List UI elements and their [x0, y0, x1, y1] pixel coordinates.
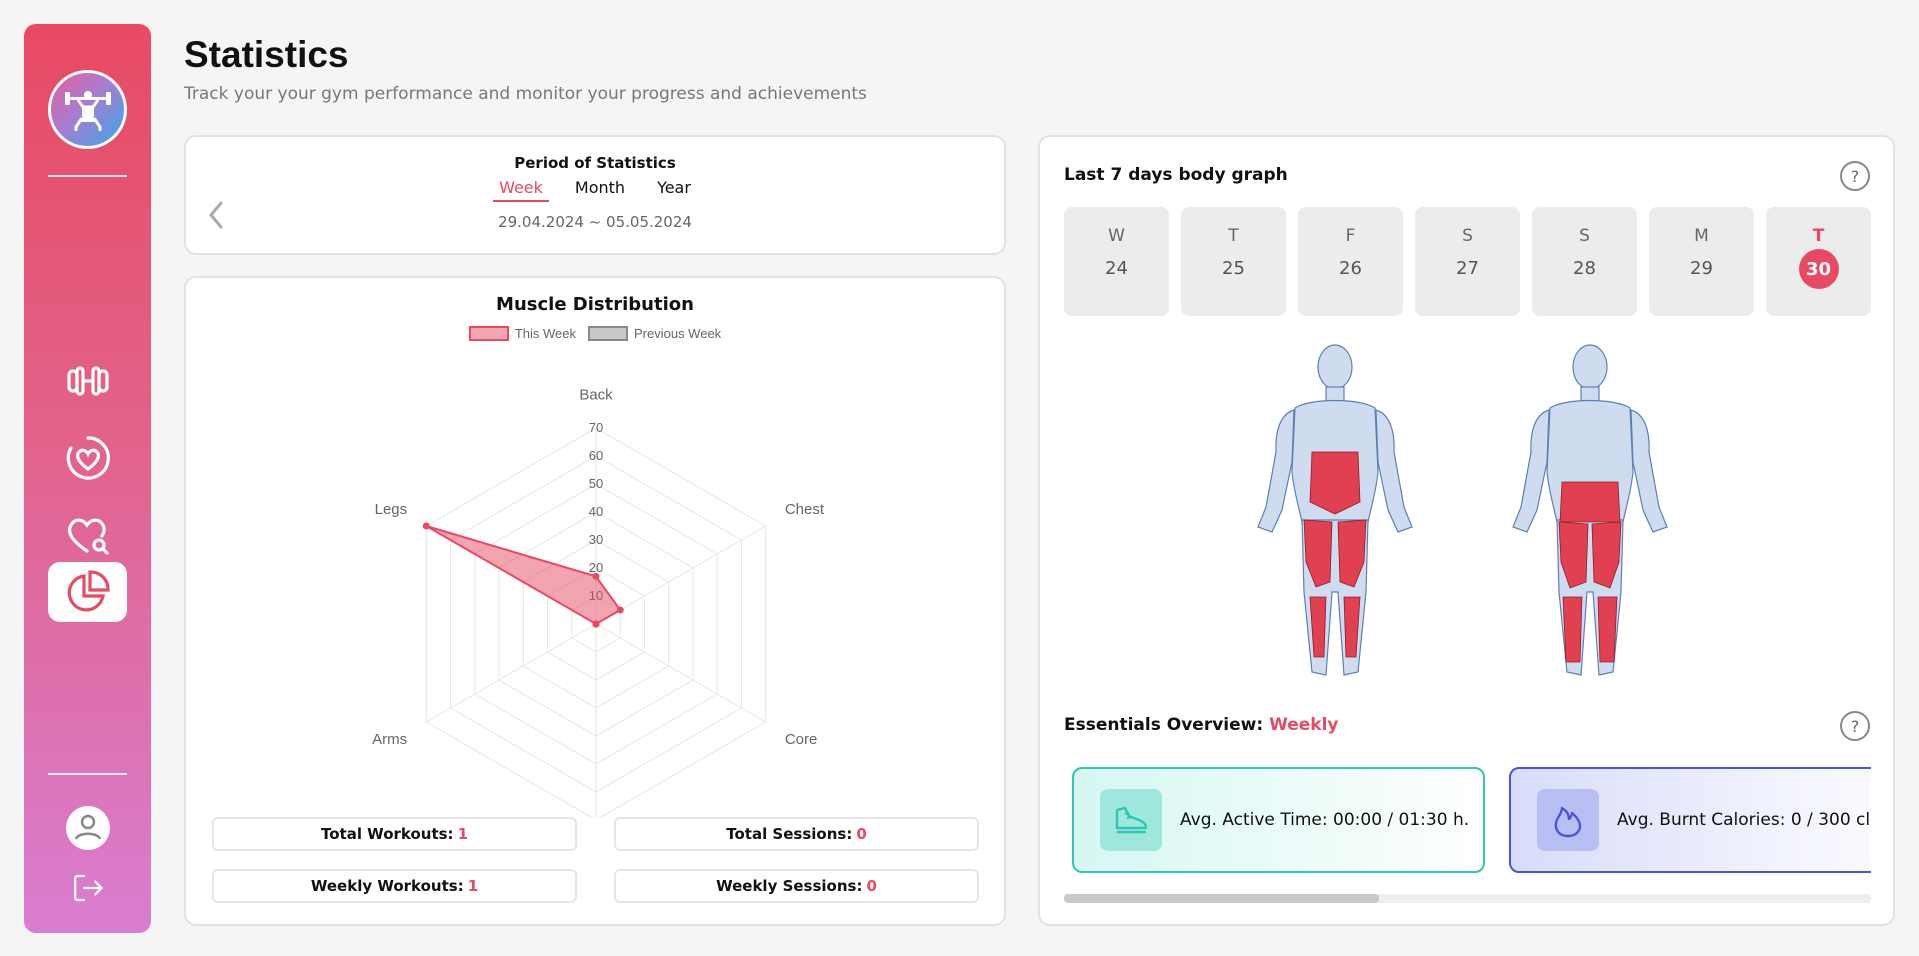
period-card: Period of Statistics Week Month Year 29.… — [184, 135, 1006, 255]
stat-weekly-sessions: Weekly Sessions: 0 — [614, 869, 979, 903]
essentials-title: Essentials Overview: Weekly — [1064, 715, 1339, 735]
radar-axis-label: Legs — [375, 501, 408, 518]
radar-tick-label: 20 — [589, 560, 603, 575]
radar-tick-label: 30 — [589, 532, 603, 547]
period-tabs: Week Month Year — [186, 178, 1004, 202]
nav-health[interactable] — [48, 428, 127, 488]
day-letter: S — [1462, 226, 1473, 246]
flame-icon-badge — [1537, 789, 1599, 851]
radar-axis-label: Arms — [372, 731, 407, 748]
stat-weekly-workouts: Weekly Workouts: 1 — [212, 869, 577, 903]
day-letter: F — [1345, 226, 1356, 246]
stat-label: Weekly Workouts: — [310, 877, 464, 895]
essentials-carousel: Avg. Active Time: 00:00 / 01:30 h. Avg. … — [1064, 764, 1871, 876]
stat-label: Total Workouts: — [320, 825, 454, 843]
page-subtitle: Track your your gym performance and moni… — [184, 84, 867, 104]
radar-spoke — [426, 623, 597, 723]
stat-value: 0 — [856, 825, 867, 843]
radar-tick-label: 40 — [589, 504, 603, 519]
radar-tick-label: 60 — [589, 448, 603, 463]
nav-logout[interactable] — [48, 862, 127, 914]
day-number: 28 — [1573, 258, 1596, 279]
stat-label: Total Sessions: — [726, 825, 853, 843]
active-time-card[interactable]: Avg. Active Time: 00:00 / 01:30 h. — [1072, 767, 1485, 873]
active-time-label: Avg. Active Time: 00:00 / 01:30 h. — [1180, 810, 1470, 830]
day-number: 30 — [1798, 249, 1839, 289]
radar-tick-label: 50 — [589, 476, 603, 491]
essentials-label: Essentials Overview: — [1064, 715, 1264, 735]
radar-data-point — [592, 620, 600, 628]
radar-data-point — [422, 522, 430, 530]
sneaker-icon — [1115, 806, 1148, 834]
pie-chart-icon — [67, 570, 110, 612]
tab-week[interactable]: Week — [493, 178, 549, 202]
radar-spoke — [595, 623, 766, 723]
sneaker-icon-badge — [1100, 789, 1162, 851]
radar-axis-label: Back — [579, 386, 613, 403]
radar-data-point — [616, 606, 624, 614]
period-title: Period of Statistics — [514, 154, 676, 172]
day-letter: T — [1228, 226, 1239, 246]
day-tile[interactable]: F 26 — [1298, 207, 1403, 316]
stat-label: Weekly Sessions: — [716, 877, 863, 895]
burnt-calories-label: Avg. Burnt Calories: 0 / 300 cl. — [1617, 810, 1871, 830]
app-logo[interactable] — [48, 70, 127, 149]
stat-value: 0 — [866, 877, 877, 895]
radar-data-point — [592, 572, 600, 580]
heart-search-icon — [67, 518, 109, 555]
day-number: 27 — [1456, 258, 1479, 279]
radar-tick-label: 70 — [589, 420, 603, 435]
body-muscle-map — [1257, 344, 1668, 676]
weightlifter-icon — [64, 90, 111, 131]
day-letter: W — [1108, 226, 1125, 246]
body-graph-help-button[interactable]: ? — [1840, 161, 1870, 191]
body-graph-card: Last 7 days body graph ? W 24 T 25 F 26 S 27… — [1038, 135, 1895, 926]
day-tile[interactable]: M 29 — [1649, 207, 1754, 316]
day-tile[interactable]: S 28 — [1532, 207, 1637, 316]
logout-icon — [73, 874, 103, 902]
carousel-scrollbar[interactable] — [1064, 894, 1871, 903]
day-selector: W 24 T 25 F 26 S 27 S 28 M 29 T 30 — [1064, 207, 1871, 316]
day-number: 25 — [1222, 258, 1245, 279]
stat-total-workouts: Total Workouts: 1 — [212, 817, 577, 851]
heart-circle-icon — [66, 436, 110, 480]
essentials-help-button[interactable]: ? — [1840, 711, 1870, 741]
muscle-distribution-card: Muscle Distribution This Week Previous W… — [184, 276, 1006, 926]
day-tile[interactable]: W 24 — [1064, 207, 1169, 316]
sidebar-divider-bottom — [48, 773, 127, 775]
period-date-range: 29.04.2024 ~ 05.05.2024 — [498, 213, 692, 231]
radar-axis-label: Chest — [785, 501, 825, 518]
stat-value: 1 — [467, 877, 479, 895]
radar-axis-label: Core — [785, 731, 818, 748]
nav-statistics[interactable] — [48, 562, 127, 622]
page-title: Statistics — [184, 34, 349, 75]
burnt-calories-card[interactable]: Avg. Burnt Calories: 0 / 300 cl. — [1509, 767, 1871, 873]
day-tile-selected[interactable]: T 30 — [1766, 207, 1871, 316]
nav-profile[interactable] — [48, 798, 127, 858]
body-graph-title: Last 7 days body graph — [1064, 165, 1288, 185]
essentials-period: Weekly — [1269, 715, 1339, 735]
carousel-scrollbar-thumb[interactable] — [1064, 894, 1379, 903]
nav-health-search[interactable] — [48, 505, 127, 565]
flame-icon — [1554, 806, 1582, 838]
stat-value: 1 — [457, 825, 468, 843]
user-icon — [65, 806, 110, 850]
day-number: 29 — [1690, 258, 1713, 279]
stat-total-sessions: Total Sessions: 0 — [614, 817, 979, 851]
nav-workouts[interactable] — [48, 351, 127, 411]
day-letter: M — [1694, 226, 1709, 246]
sidebar-divider — [48, 175, 127, 177]
sidebar — [24, 24, 151, 933]
day-letter: T — [1812, 226, 1825, 246]
tab-year[interactable]: Year — [651, 178, 697, 202]
radar-chart: 10203040506070BackChestCoreShouldersArms… — [372, 386, 825, 818]
day-tile[interactable]: S 27 — [1415, 207, 1520, 316]
dumbbell-icon — [66, 366, 109, 396]
day-number: 24 — [1105, 258, 1128, 279]
tab-month[interactable]: Month — [569, 178, 631, 202]
day-letter: S — [1579, 226, 1590, 246]
day-tile[interactable]: T 25 — [1181, 207, 1286, 316]
day-number: 26 — [1339, 258, 1362, 279]
